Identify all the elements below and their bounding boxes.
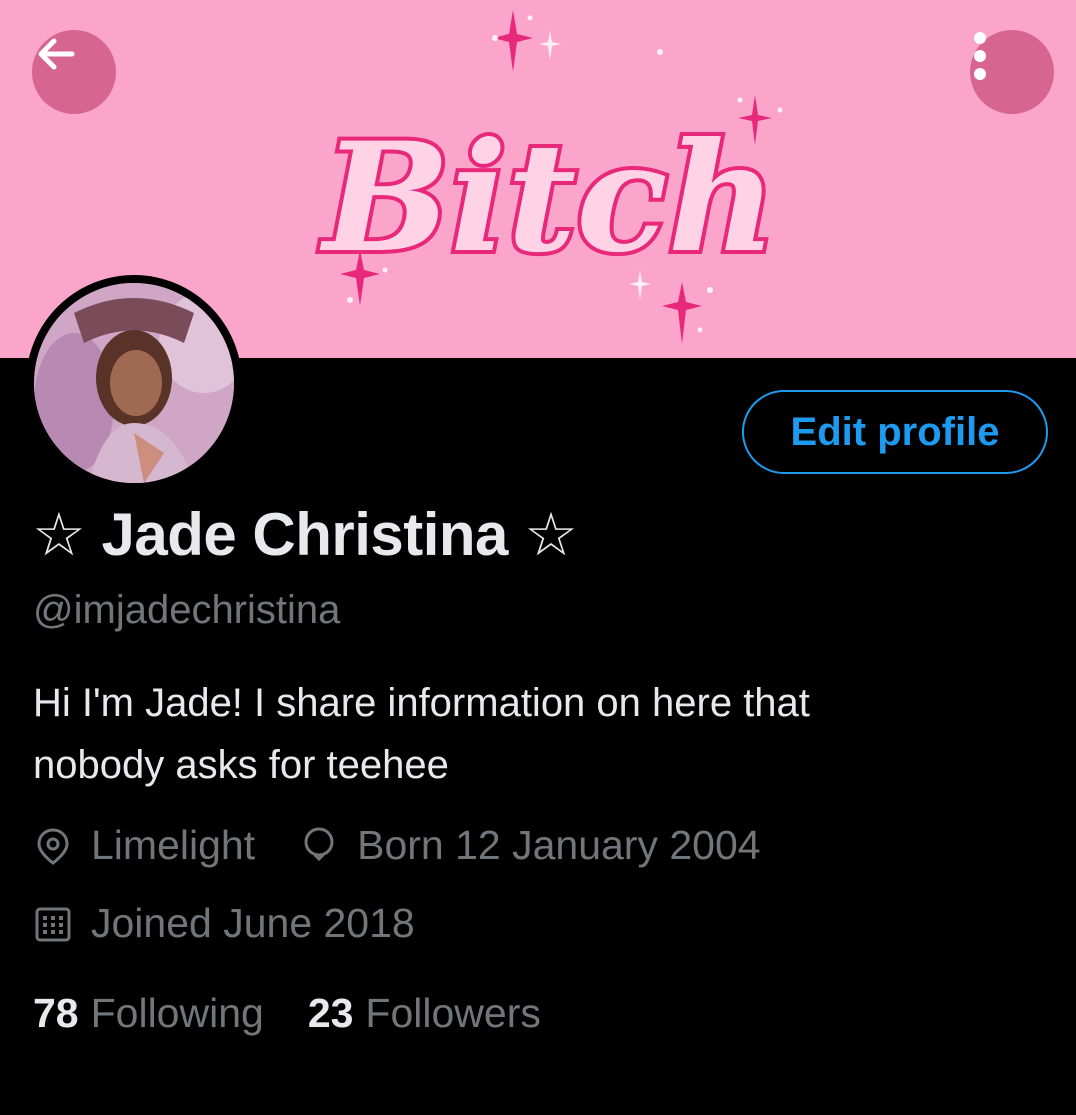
follow-stats: 78 Following 23 Followers <box>33 990 541 1037</box>
followers-count: 23 <box>307 990 354 1036</box>
following-link[interactable]: 78 Following <box>33 990 264 1037</box>
arrow-left-icon <box>38 38 75 70</box>
bio-line: nobody asks for teehee <box>33 743 449 787</box>
followers-link[interactable]: 23 Followers <box>308 990 541 1037</box>
back-button[interactable] <box>32 30 116 114</box>
edit-profile-button[interactable]: Edit profile <box>742 390 1048 474</box>
following-label: Following <box>90 990 264 1036</box>
svg-text:Bitch: Bitch <box>319 110 776 286</box>
join-date: Joined June 2018 <box>33 900 415 947</box>
avatar-image <box>34 283 234 483</box>
followers-label: Followers <box>365 990 541 1036</box>
avatar[interactable] <box>26 275 242 491</box>
balloon-icon <box>304 827 334 861</box>
location-text: Limelight <box>91 822 256 868</box>
display-name: ☆ Jade Christina ☆ <box>32 501 578 568</box>
calendar-icon <box>35 907 71 941</box>
bio-line: Hi I'm Jade! I share information on here… <box>33 681 810 725</box>
birthday-text: Born 12 January 2004 <box>357 822 761 868</box>
following-count: 78 <box>33 990 79 1036</box>
username-handle: @imjadechristina <box>33 588 341 632</box>
profile-meta-joined: Joined June 2018 <box>33 900 415 947</box>
more-vertical-icon <box>974 32 986 80</box>
bio: Hi I'm Jade! I share information on here… <box>33 672 1033 796</box>
profile-meta: Limelight Born 12 January 2004 <box>33 822 761 869</box>
join-date-text: Joined June 2018 <box>91 900 415 946</box>
more-options-button[interactable] <box>970 30 1054 114</box>
birthday: Born 12 January 2004 <box>299 822 761 869</box>
location: Limelight <box>33 822 255 869</box>
location-pin-icon <box>37 827 69 865</box>
